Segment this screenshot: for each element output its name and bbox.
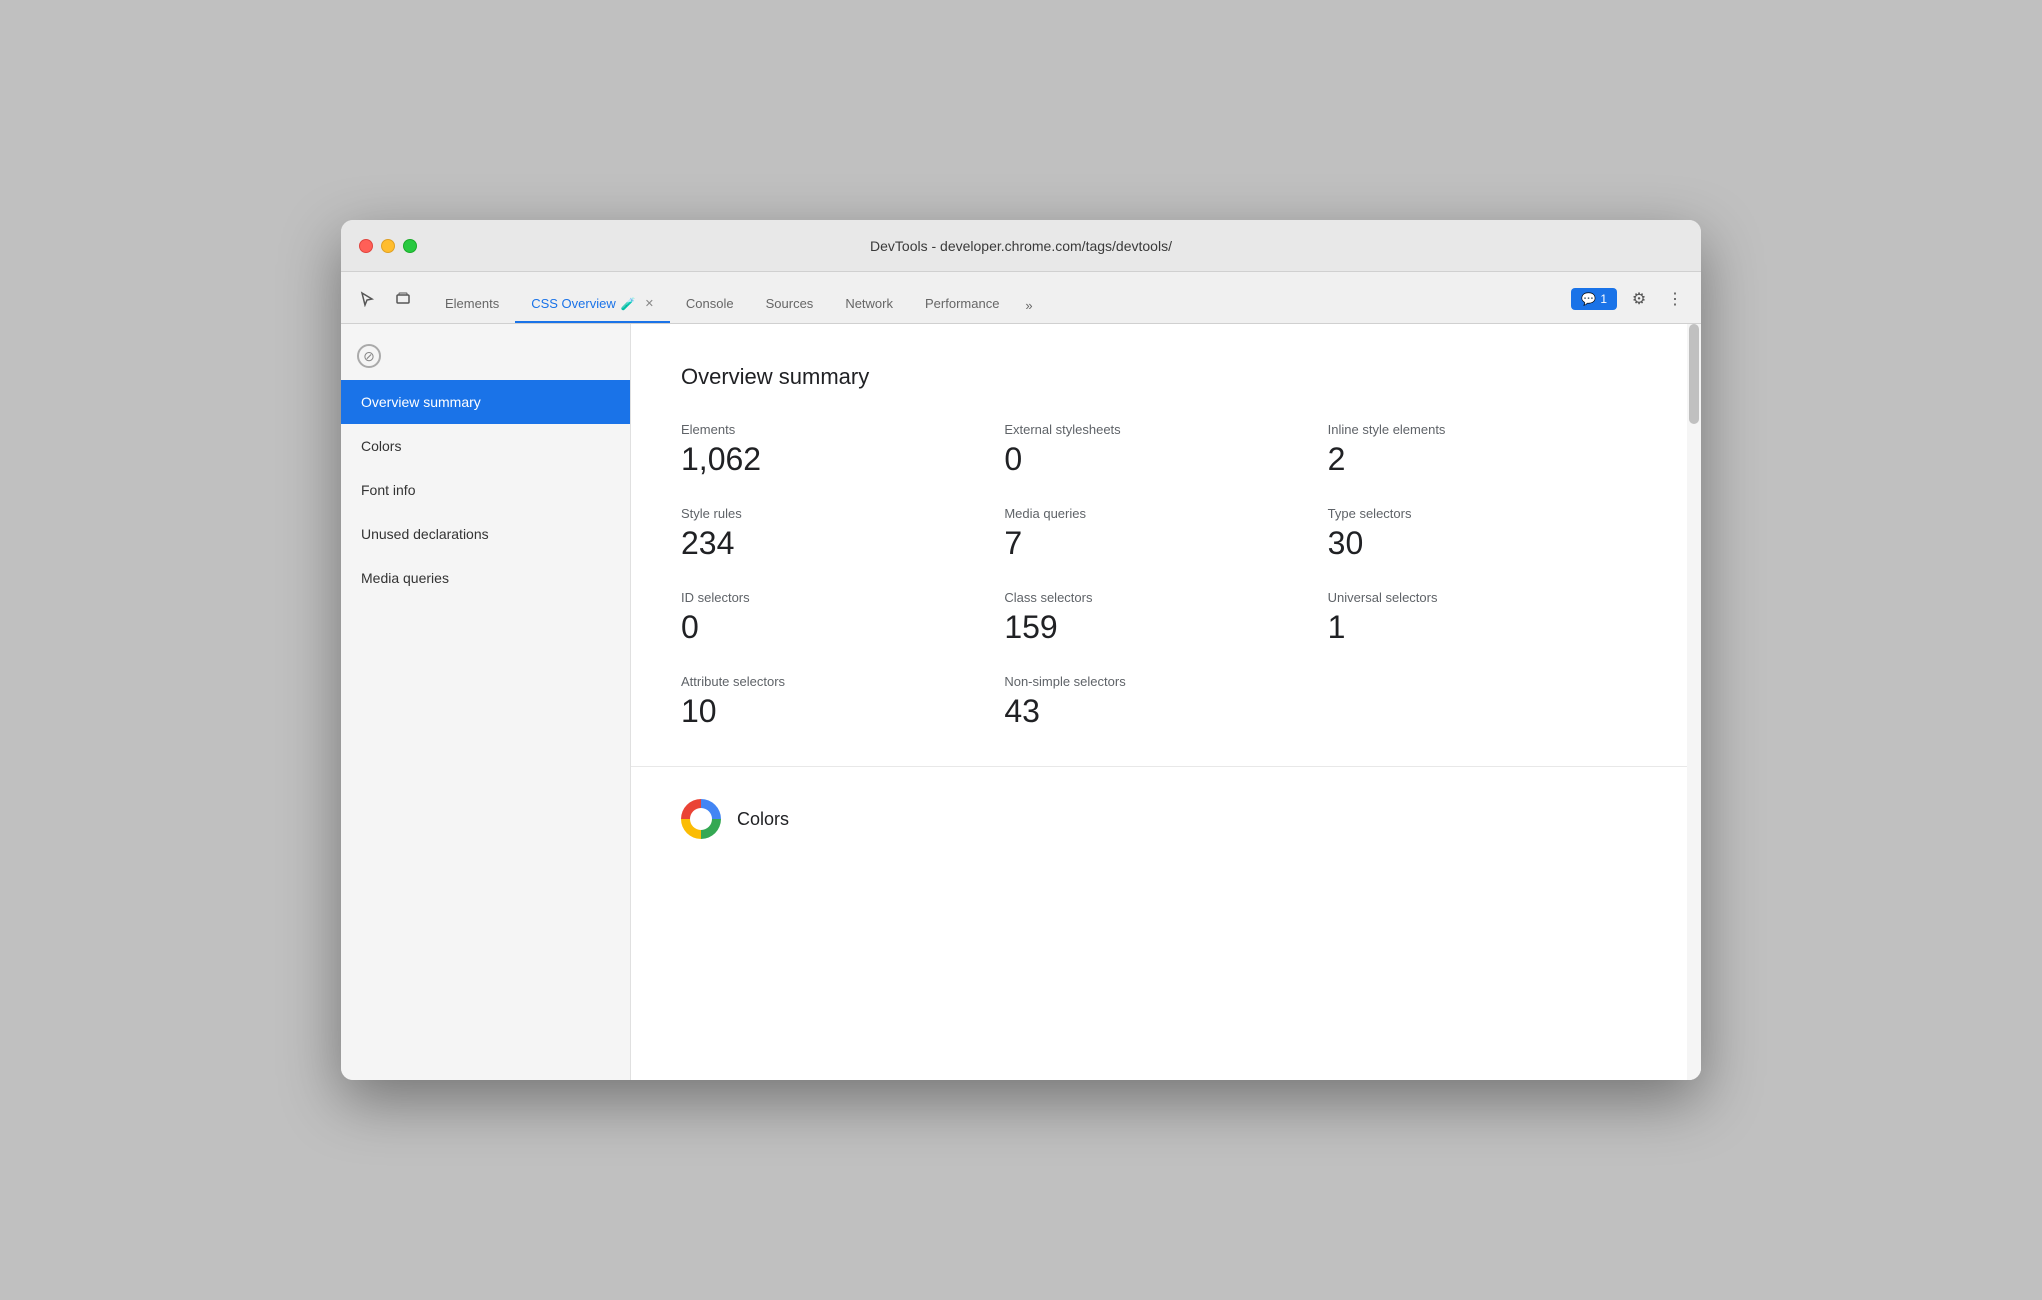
sidebar-item-colors[interactable]: Colors — [341, 424, 630, 468]
stat-non-simple-selectors-value: 43 — [1004, 693, 1327, 730]
stat-media-queries-label: Media queries — [1004, 506, 1327, 521]
stat-elements: Elements 1,062 — [681, 422, 1004, 478]
tabs-container: Elements CSS Overview 🧪 ✕ Console Source… — [429, 288, 1571, 323]
stat-external-stylesheets: External stylesheets 0 — [1004, 422, 1327, 478]
sidebar: ⊘ Overview summary Colors Font info Unus… — [341, 324, 631, 1080]
sidebar-item-font-info[interactable]: Font info — [341, 468, 630, 512]
stat-media-queries-value: 7 — [1004, 525, 1327, 562]
stat-attribute-selectors-value: 10 — [681, 693, 1004, 730]
stat-elements-value: 1,062 — [681, 441, 1004, 478]
scrollbar-thumb[interactable] — [1689, 324, 1699, 424]
tab-sources[interactable]: Sources — [750, 288, 830, 323]
title-bar: DevTools - developer.chrome.com/tags/dev… — [341, 220, 1701, 272]
stat-inline-style-elements: Inline style elements 2 — [1328, 422, 1651, 478]
stats-grid: Elements 1,062 External stylesheets 0 In… — [681, 422, 1651, 730]
cursor-icon[interactable] — [353, 285, 381, 313]
minimize-button[interactable] — [381, 239, 395, 253]
stat-inline-label: Inline style elements — [1328, 422, 1651, 437]
tab-close-icon[interactable]: ✕ — [645, 297, 654, 310]
stat-inline-value: 2 — [1328, 441, 1651, 478]
colors-section: Colors — [631, 767, 1701, 871]
stat-class-selectors: Class selectors 159 — [1004, 590, 1327, 646]
stat-elements-label: Elements — [681, 422, 1004, 437]
more-button[interactable]: ⋮ — [1661, 285, 1689, 313]
stat-media-queries: Media queries 7 — [1004, 506, 1327, 562]
stat-universal-selectors-value: 1 — [1328, 609, 1651, 646]
tab-overflow-button[interactable]: » — [1015, 290, 1042, 323]
colors-header: Colors — [681, 799, 1651, 839]
window-title: DevTools - developer.chrome.com/tags/dev… — [870, 238, 1172, 254]
tab-elements[interactable]: Elements — [429, 288, 515, 323]
stat-universal-selectors-label: Universal selectors — [1328, 590, 1651, 605]
tab-network[interactable]: Network — [829, 288, 909, 323]
stat-style-rules-label: Style rules — [681, 506, 1004, 521]
layers-icon[interactable] — [389, 285, 417, 313]
flask-icon: 🧪 — [621, 297, 636, 311]
color-wheel-icon — [681, 799, 721, 839]
colors-title: Colors — [737, 809, 789, 830]
sidebar-header: ⊘ — [341, 332, 630, 380]
tab-css-overview[interactable]: CSS Overview 🧪 ✕ — [515, 288, 670, 323]
devtools-window: DevTools - developer.chrome.com/tags/dev… — [341, 220, 1701, 1080]
stat-type-selectors: Type selectors 30 — [1328, 506, 1651, 562]
content-area: Overview summary Elements 1,062 External… — [631, 324, 1701, 1080]
notification-button[interactable]: 💬 1 — [1571, 288, 1617, 310]
scrollbar-track[interactable] — [1687, 324, 1701, 1080]
stat-class-selectors-value: 159 — [1004, 609, 1327, 646]
close-button[interactable] — [359, 239, 373, 253]
sidebar-item-media-queries[interactable]: Media queries — [341, 556, 630, 600]
tab-performance[interactable]: Performance — [909, 288, 1015, 323]
stat-external-stylesheets-value: 0 — [1004, 441, 1327, 478]
stat-id-selectors: ID selectors 0 — [681, 590, 1004, 646]
toolbar-right: 💬 1 ⚙ ⋮ — [1571, 285, 1689, 323]
stat-id-selectors-label: ID selectors — [681, 590, 1004, 605]
notification-count: 1 — [1600, 292, 1607, 306]
stat-attribute-selectors-label: Attribute selectors — [681, 674, 1004, 689]
stat-id-selectors-value: 0 — [681, 609, 1004, 646]
stat-type-selectors-value: 30 — [1328, 525, 1651, 562]
stat-external-stylesheets-label: External stylesheets — [1004, 422, 1327, 437]
stat-class-selectors-label: Class selectors — [1004, 590, 1327, 605]
overview-section: Overview summary Elements 1,062 External… — [631, 324, 1701, 767]
maximize-button[interactable] — [403, 239, 417, 253]
settings-button[interactable]: ⚙ — [1625, 285, 1653, 313]
stat-style-rules-value: 234 — [681, 525, 1004, 562]
sidebar-item-overview-summary[interactable]: Overview summary — [341, 380, 630, 424]
stat-type-selectors-label: Type selectors — [1328, 506, 1651, 521]
stat-universal-selectors: Universal selectors 1 — [1328, 590, 1651, 646]
block-icon: ⊘ — [357, 344, 381, 368]
overview-title: Overview summary — [681, 364, 1651, 390]
tab-console[interactable]: Console — [670, 288, 750, 323]
tab-bar: Elements CSS Overview 🧪 ✕ Console Source… — [341, 272, 1701, 324]
stat-style-rules: Style rules 234 — [681, 506, 1004, 562]
notification-icon: 💬 — [1581, 292, 1596, 306]
traffic-lights — [359, 239, 417, 253]
toolbar-left — [353, 285, 417, 323]
stat-non-simple-selectors: Non-simple selectors 43 — [1004, 674, 1327, 730]
stat-non-simple-selectors-label: Non-simple selectors — [1004, 674, 1327, 689]
main-content: ⊘ Overview summary Colors Font info Unus… — [341, 324, 1701, 1080]
stat-attribute-selectors: Attribute selectors 10 — [681, 674, 1004, 730]
sidebar-item-unused-declarations[interactable]: Unused declarations — [341, 512, 630, 556]
